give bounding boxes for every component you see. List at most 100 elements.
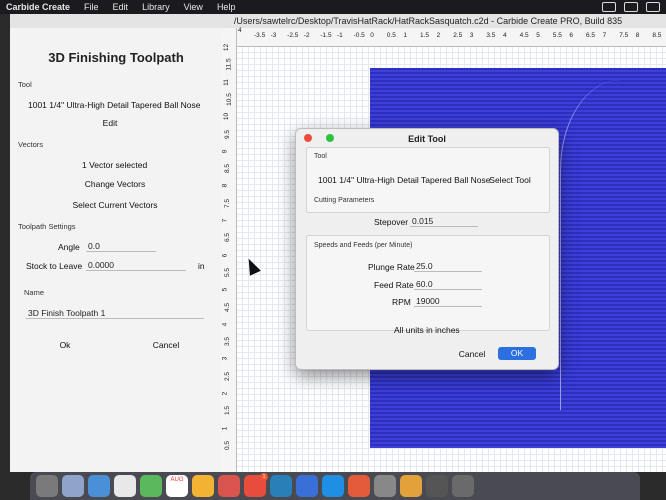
- toolpath-settings-label: Toolpath Settings: [18, 222, 76, 231]
- podcasts-icon[interactable]: [348, 475, 370, 497]
- units-note: All units in inches: [394, 325, 460, 335]
- ruler-left-tick: 8.5: [224, 164, 232, 174]
- safari-icon[interactable]: [88, 475, 110, 497]
- dialog-tool-label: Tool: [314, 153, 327, 160]
- menu-file[interactable]: File: [84, 2, 99, 12]
- toolpath-name-input[interactable]: 3D Finish Toolpath 1: [26, 308, 204, 319]
- menu-help[interactable]: Help: [217, 2, 236, 12]
- ruler-top-tick: 7.5: [619, 32, 629, 39]
- macos-dock: AUG 1: [30, 472, 640, 500]
- angle-input[interactable]: 0.0: [86, 241, 156, 252]
- ruler-left-tick: 9.5: [224, 129, 232, 139]
- change-vectors-button[interactable]: Change Vectors: [72, 179, 158, 189]
- ruler-top-tick: 6.5: [586, 32, 596, 39]
- ruler-top-start: 4: [238, 27, 242, 34]
- notification-badge: 1: [260, 473, 268, 481]
- finder-icon[interactable]: [36, 475, 58, 497]
- system-preferences-icon[interactable]: [374, 475, 396, 497]
- ruler-top-tick: -1: [337, 32, 343, 39]
- ruler-top-tick: -0.5: [353, 32, 365, 39]
- stepover-input[interactable]: 0.015: [410, 216, 478, 227]
- macos-menu-bar: Carbide Create File Edit Library View He…: [0, 0, 666, 14]
- chrome-icon[interactable]: [114, 475, 136, 497]
- stock-to-leave-input[interactable]: 0.0000: [86, 260, 186, 271]
- cutting-parameters-label: Cutting Parameters: [314, 197, 375, 204]
- ok-button[interactable]: Ok: [50, 340, 80, 350]
- ruler-top-tick: 8.5: [652, 32, 662, 39]
- dialog-ok-button[interactable]: OK: [498, 347, 536, 360]
- user-icon[interactable]: [646, 2, 660, 12]
- ruler-top-tick: -2.5: [287, 32, 299, 39]
- messages-icon[interactable]: [140, 475, 162, 497]
- speeds-feeds-label: Speeds and Feeds (per Minute): [314, 242, 413, 249]
- ruler-left-tick: 6.5: [224, 233, 232, 243]
- edit-tool-dialog: Edit Tool Tool 1001 1/4" Ultra-High Deta…: [295, 128, 559, 370]
- ruler-top-tick: 0.5: [386, 32, 396, 39]
- feed-rate-label: Feed Rate: [374, 280, 414, 290]
- ruler-top-tick: 1.5: [420, 32, 430, 39]
- battery-icon[interactable]: [602, 2, 616, 12]
- ruler-top-tick: 1: [403, 32, 408, 39]
- ruler-top: 4 -3.5 -3 -2.5 -2 -1.5 -1 -0.5 0 0.5 1 1.5 2 2.5 3 3.5…: [236, 27, 666, 47]
- ruler-left-tick: 4: [221, 322, 229, 327]
- tool-section-label: Tool: [18, 80, 32, 89]
- select-current-vectors-button[interactable]: Select Current Vectors: [60, 200, 170, 210]
- notes-icon[interactable]: [192, 475, 214, 497]
- wifi-icon[interactable]: [624, 2, 638, 12]
- music-icon[interactable]: 1: [244, 473, 268, 497]
- terminal-icon[interactable]: [426, 475, 448, 497]
- ruler-left-tick: 5: [221, 287, 229, 292]
- ruler-left-tick: 5.5: [224, 267, 232, 277]
- window-title: /Users/sawtelrc/Desktop/TravisHatRack/Ha…: [233, 16, 623, 26]
- panel-heading: 3D Finishing Toolpath: [48, 50, 184, 65]
- stock-unit: in: [198, 261, 205, 271]
- select-tool-button[interactable]: Select Tool: [486, 175, 534, 185]
- vectors-selected-text: 1 Vector selected: [82, 160, 148, 170]
- dialog-tool-name: 1001 1/4" Ultra-High Detail Tapered Ball…: [318, 175, 491, 185]
- ruler-left: 12 11.5 11 10.5 10 9.5 9 8.5 8 7.5 7 6.5 6 5.5 5 4.5 4 3.…: [221, 28, 237, 472]
- dialog-cancel-button[interactable]: Cancel: [454, 349, 490, 359]
- carbide-create-icon[interactable]: [400, 475, 422, 497]
- feed-rate-input[interactable]: 60.0: [414, 279, 482, 290]
- ruler-left-tick: 10: [223, 113, 231, 121]
- ruler-left-tick: 4.5: [224, 302, 232, 312]
- ruler-top-tick: -1.5: [320, 32, 332, 39]
- stock-to-leave-label: Stock to Leave: [26, 261, 83, 271]
- photos-icon[interactable]: [218, 475, 240, 497]
- menu-edit[interactable]: Edit: [113, 2, 129, 12]
- menu-library[interactable]: Library: [142, 2, 170, 12]
- menu-view[interactable]: View: [184, 2, 203, 12]
- ruler-top-tick: 6: [569, 32, 574, 39]
- ruler-top-tick: 7: [602, 32, 607, 39]
- ruler-left-tick: 11: [222, 78, 230, 86]
- ruler-top-tick: 2: [436, 32, 441, 39]
- launchpad-icon[interactable]: [62, 475, 84, 497]
- calendar-icon[interactable]: AUG: [166, 475, 188, 497]
- sasquatch-outline: [560, 80, 666, 410]
- word-icon[interactable]: [296, 475, 318, 497]
- mail-icon[interactable]: [270, 475, 292, 497]
- edit-tool-button[interactable]: Edit: [90, 118, 130, 128]
- rpm-input[interactable]: 19000: [414, 296, 482, 307]
- ruler-left-tick: 7: [221, 218, 229, 223]
- angle-label: Angle: [58, 242, 80, 252]
- ruler-top-tick: 5: [536, 32, 540, 39]
- ruler-left-tick: 8: [221, 184, 229, 188]
- calendar-month: AUG: [170, 477, 184, 483]
- menu-app-name[interactable]: Carbide Create: [6, 2, 70, 12]
- ruler-left-tick: 7.5: [224, 198, 232, 208]
- app-store-icon[interactable]: [322, 475, 344, 497]
- plunge-rate-label: Plunge Rate: [368, 262, 415, 272]
- toolpath-panel: 3D Finishing Toolpath Tool 1001 1/4" Ult…: [10, 28, 223, 472]
- ruler-left-tick: 1.5: [224, 406, 232, 416]
- menu-status-area: [602, 2, 660, 12]
- plunge-rate-input[interactable]: 25.0: [414, 261, 482, 272]
- name-section-label: Name: [24, 288, 45, 297]
- ruler-left-tick: 0.5: [224, 440, 232, 450]
- ruler-top-tick: 5.5: [552, 32, 562, 39]
- trash-icon[interactable]: [452, 475, 474, 497]
- cancel-button[interactable]: Cancel: [146, 340, 186, 350]
- ruler-top-tick: -2: [303, 32, 310, 39]
- ruler-top-tick: 3.5: [486, 32, 496, 39]
- ruler-top-tick: 4.5: [519, 32, 529, 39]
